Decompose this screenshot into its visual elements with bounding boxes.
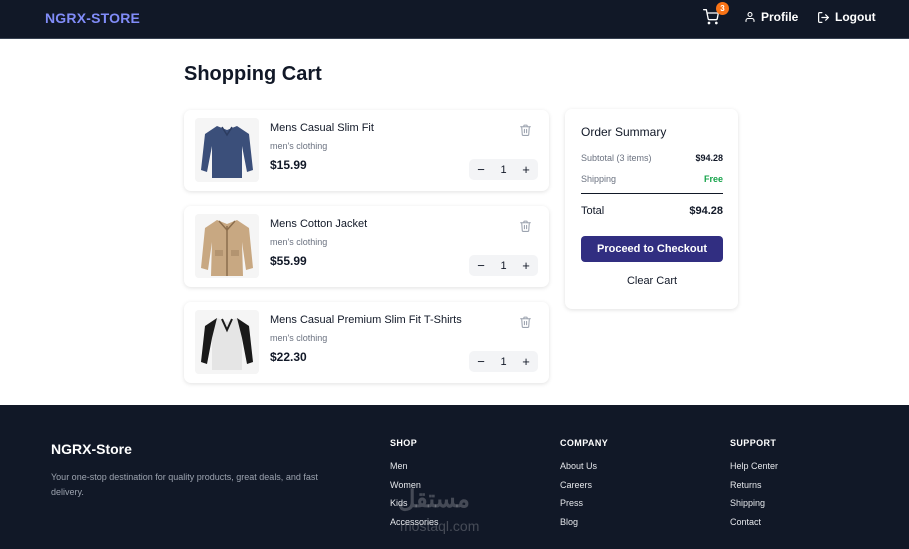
item-price: $22.30: [270, 350, 307, 364]
profile-label: Profile: [761, 10, 799, 24]
cart-item: Mens Casual Premium Slim Fit T-Shirts me…: [184, 302, 549, 383]
trash-icon: [520, 316, 531, 328]
footer-heading: SHOP: [390, 438, 418, 448]
product-image[interactable]: [195, 118, 259, 182]
footer-heading: SUPPORT: [730, 438, 777, 448]
quantity-value: 1: [500, 355, 507, 368]
brand-logo[interactable]: NGRX-STORE: [45, 10, 140, 26]
remove-item-button[interactable]: [519, 123, 532, 137]
footer-heading: COMPANY: [560, 438, 609, 448]
shipping-label: Shipping: [581, 174, 617, 184]
quantity-stepper: − 1 +: [469, 351, 538, 372]
cart-item: Mens Cotton Jacket men's clothing $55.99…: [184, 206, 549, 287]
item-name[interactable]: Mens Cotton Jacket: [270, 218, 367, 230]
item-name[interactable]: Mens Casual Slim Fit: [270, 122, 374, 134]
watermark: مستقل: [398, 486, 470, 513]
summary-title: Order Summary: [581, 125, 667, 139]
checkout-button[interactable]: Proceed to Checkout: [581, 236, 723, 262]
remove-item-button[interactable]: [519, 315, 532, 329]
item-price: $15.99: [270, 158, 307, 172]
remove-item-button[interactable]: [519, 219, 532, 233]
shipping-value: Free: [703, 174, 723, 184]
total-label: Total: [581, 205, 605, 217]
footer-link[interactable]: Contact: [730, 517, 778, 536]
clear-cart-button[interactable]: Clear Cart: [581, 275, 723, 287]
footer-link[interactable]: About Us: [560, 461, 608, 480]
increase-qty-button[interactable]: +: [520, 258, 532, 273]
footer-link[interactable]: Press: [560, 498, 608, 517]
decrease-qty-button[interactable]: −: [475, 162, 487, 177]
product-image[interactable]: [195, 214, 259, 278]
total-row: Total $94.28: [581, 205, 723, 217]
footer-description: Your one-stop destination for quality pr…: [51, 472, 318, 497]
subtotal-value: $94.28: [695, 153, 723, 163]
footer-link[interactable]: Help Center: [730, 461, 778, 480]
user-icon: [745, 11, 755, 23]
footer-link[interactable]: Shipping: [730, 498, 778, 517]
cart-item: Mens Casual Slim Fit men's clothing $15.…: [184, 110, 549, 191]
increase-qty-button[interactable]: +: [520, 162, 532, 177]
watermark-url: mostaql.com: [400, 518, 480, 534]
subtotal-label: Subtotal (3 items): [581, 153, 652, 163]
trash-icon: [520, 124, 531, 136]
footer-link[interactable]: Blog: [560, 517, 608, 536]
product-image[interactable]: [195, 310, 259, 374]
summary-divider: [581, 193, 723, 194]
logout-label: Logout: [835, 10, 876, 24]
total-value: $94.28: [689, 205, 723, 217]
shirt-image: [195, 118, 259, 182]
quantity-value: 1: [500, 163, 507, 176]
footer-brand: NGRX-Store: [51, 441, 132, 457]
footer-link[interactable]: Men: [390, 461, 439, 480]
item-category: men's clothing: [270, 237, 328, 247]
page-title: Shopping Cart: [184, 63, 322, 85]
increase-qty-button[interactable]: +: [520, 354, 532, 369]
item-price: $55.99: [270, 254, 307, 268]
subtotal-row: Subtotal (3 items) $94.28: [581, 153, 723, 163]
profile-link[interactable]: Profile: [744, 10, 798, 24]
order-summary-card: Order Summary Subtotal (3 items) $94.28 …: [565, 109, 738, 309]
tshirt-image: [195, 310, 259, 374]
decrease-qty-button[interactable]: −: [475, 258, 487, 273]
quantity-stepper: − 1 +: [469, 255, 538, 276]
logout-link[interactable]: Logout: [817, 10, 876, 24]
cart-count-badge: 3: [716, 2, 729, 15]
jacket-image: [195, 214, 259, 278]
trash-icon: [520, 220, 531, 232]
top-navbar: NGRX-STORE 3 Profile Logout: [0, 0, 909, 39]
logout-icon: [818, 11, 829, 23]
quantity-value: 1: [500, 259, 507, 272]
shipping-row: Shipping Free: [581, 174, 723, 184]
decrease-qty-button[interactable]: −: [475, 354, 487, 369]
item-name[interactable]: Mens Casual Premium Slim Fit T-Shirts: [270, 314, 462, 326]
footer-support-column: SUPPORT Help Center Returns Shipping Con…: [730, 438, 778, 536]
footer-link[interactable]: Careers: [560, 480, 608, 499]
quantity-stepper: − 1 +: [469, 159, 538, 180]
footer-link[interactable]: Returns: [730, 480, 778, 499]
footer-company-column: COMPANY About Us Careers Press Blog: [560, 438, 608, 536]
item-category: men's clothing: [270, 333, 328, 343]
item-category: men's clothing: [270, 141, 328, 151]
